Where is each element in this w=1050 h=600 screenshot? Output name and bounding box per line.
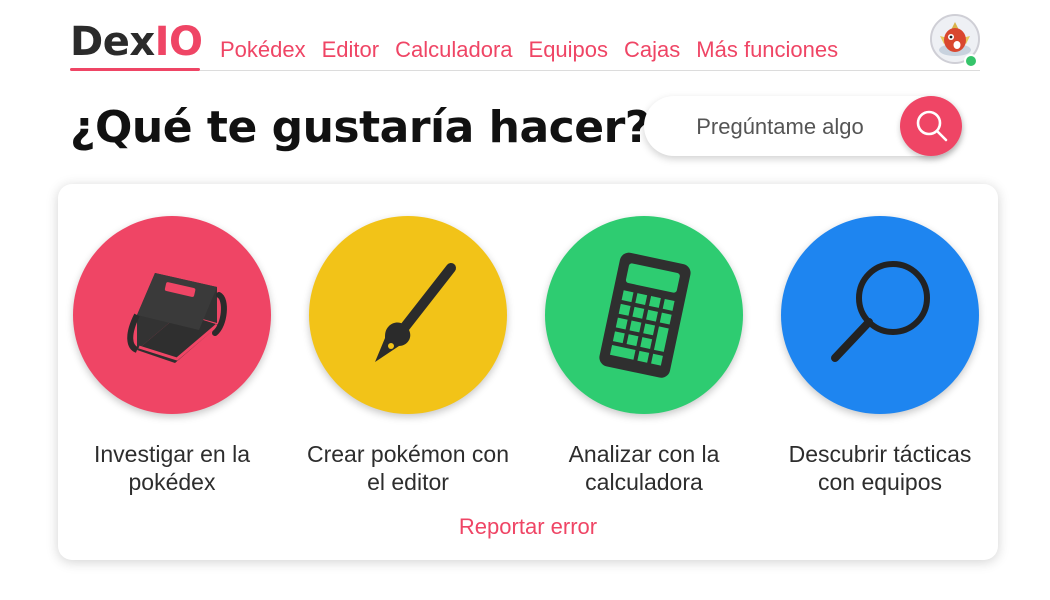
- report-error-link[interactable]: Reportar error: [58, 514, 998, 540]
- logo-text-dex: Dex: [70, 19, 155, 65]
- nav-editor[interactable]: Editor: [322, 34, 379, 66]
- search-icon: [916, 110, 948, 142]
- search-button[interactable]: [900, 96, 962, 156]
- online-status-dot: [964, 54, 978, 68]
- action-editor[interactable]: Crear pokémon con el editor: [298, 216, 518, 496]
- action-circle-editor: [309, 216, 507, 414]
- action-circle-equipos: [781, 216, 979, 414]
- active-underline: [70, 68, 200, 71]
- top-navbar: DexIO Pokédex Editor Calculadora Equipos…: [70, 14, 980, 72]
- action-label-equipos: Descubrir tácticas con equipos: [788, 441, 972, 495]
- logo-link[interactable]: DexIO: [70, 16, 203, 68]
- action-label-calculadora: Analizar con la calculadora: [568, 441, 720, 495]
- page-title: ¿Qué te gustaría hacer?: [70, 102, 650, 153]
- logo-text-io: IO: [154, 19, 203, 65]
- search-input[interactable]: [662, 106, 898, 148]
- action-label-pokedex: Investigar en la pokédex: [94, 441, 250, 495]
- nav-divider: [200, 70, 980, 71]
- action-equipos[interactable]: Descubrir tácticas con equipos: [770, 216, 990, 496]
- action-circle-pokedex: [73, 216, 271, 414]
- action-pokedex[interactable]: Investigar en la pokédex: [62, 216, 282, 496]
- actions-card: Investigar en la pokédex Crear pokémon c…: [58, 184, 998, 560]
- magnifier-icon: [831, 261, 930, 362]
- book-icon: [127, 273, 227, 363]
- nav-cajas[interactable]: Cajas: [624, 34, 680, 66]
- nav-pokedex[interactable]: Pokédex: [220, 34, 306, 66]
- main-nav: Pokédex Editor Calculadora Equipos Cajas…: [220, 34, 838, 66]
- pen-icon: [375, 263, 456, 362]
- action-label-editor: Crear pokémon con el editor: [307, 441, 509, 495]
- calculator-icon: [599, 252, 691, 378]
- action-circle-calculadora: [545, 216, 743, 414]
- action-calculadora[interactable]: Analizar con la calculadora: [534, 216, 754, 496]
- search-box: [644, 96, 962, 156]
- nav-mas-funciones[interactable]: Más funciones: [696, 34, 838, 66]
- nav-equipos[interactable]: Equipos: [529, 34, 609, 66]
- nav-calculadora[interactable]: Calculadora: [395, 34, 512, 66]
